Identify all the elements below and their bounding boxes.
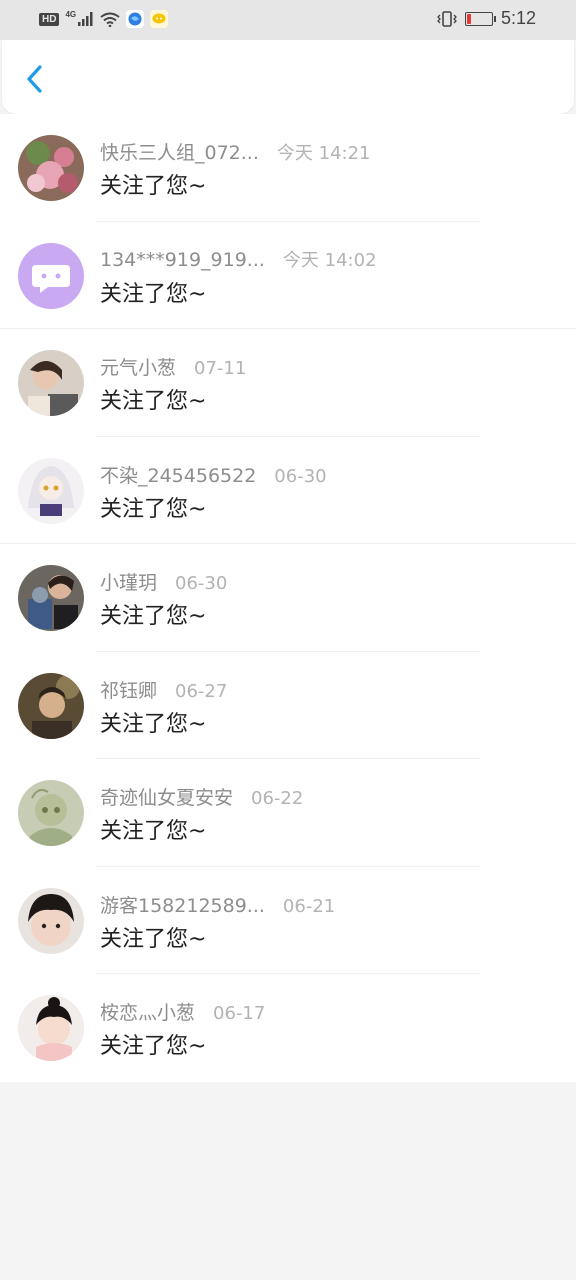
avatar[interactable] <box>18 242 84 309</box>
chat-app-icon <box>150 10 169 28</box>
wifi-icon <box>100 12 120 27</box>
notification-text: 关注了您~ <box>100 926 207 952</box>
notification-text: 关注了您~ <box>100 496 207 522</box>
avatar[interactable] <box>18 565 84 631</box>
timestamp: 今天 14:02 <box>282 249 377 271</box>
avatar[interactable] <box>18 780 84 846</box>
notification-text: 关注了您~ <box>100 819 207 844</box>
username[interactable]: 不染_245456522 <box>100 461 256 488</box>
avatar[interactable] <box>18 457 84 524</box>
status-icons-right: 5:12 <box>437 8 536 29</box>
notification-list: 快乐三人组_072... 今天 14:21 关注了您~ 134***919_91… <box>0 114 576 1082</box>
browser-app-icon <box>126 10 145 28</box>
hd-badge: HD <box>39 12 60 26</box>
list-item[interactable]: 134***919_919... 今天 14:02 关注了您~ <box>0 222 576 329</box>
notification-text: 关注了您~ <box>100 711 207 737</box>
username[interactable]: 134***919_919... <box>100 249 265 271</box>
network-type: 4G <box>65 9 77 19</box>
notification-text: 关注了您~ <box>100 389 207 414</box>
list-item[interactable]: 不染_245456522 06-30 关注了您~ <box>0 437 576 544</box>
timestamp: 07-11 <box>194 358 247 379</box>
avatar[interactable] <box>18 887 84 954</box>
list-item[interactable]: 小瑾玥 06-30 关注了您~ <box>0 544 576 652</box>
status-bar: HD 4G 5:12 <box>0 0 576 40</box>
notification-text: 关注了您~ <box>100 604 207 629</box>
avatar[interactable] <box>18 135 84 201</box>
username[interactable]: 快乐三人组_072... <box>100 138 259 165</box>
status-icons-left: HD 4G <box>39 9 169 28</box>
avatar[interactable] <box>18 350 84 416</box>
list-item[interactable]: 祁钰卿 06-27 关注了您~ <box>0 652 576 759</box>
list-item[interactable]: 游客158212589... 06-21 关注了您~ <box>0 867 576 974</box>
avatar[interactable] <box>18 995 84 1061</box>
timestamp: 06-17 <box>213 1003 266 1024</box>
list-item[interactable]: 奇迹仙女夏安安 06-22 关注了您~ <box>0 759 576 867</box>
username[interactable]: 游客158212589... <box>100 891 265 918</box>
timestamp: 06-27 <box>175 680 228 702</box>
notification-text: 关注了您~ <box>100 281 207 307</box>
list-item[interactable]: 快乐三人组_072... 今天 14:21 关注了您~ <box>0 114 576 222</box>
timestamp: 06-30 <box>274 465 327 487</box>
avatar[interactable] <box>18 672 84 739</box>
list-item[interactable]: 桉恋灬小葱 06-17 关注了您~ <box>0 974 576 1082</box>
timestamp: 06-30 <box>175 573 228 594</box>
battery-icon <box>464 11 496 26</box>
vibrate-icon <box>437 10 457 27</box>
username[interactable]: 奇迹仙女夏安安 <box>100 783 233 810</box>
username[interactable]: 元气小葱 <box>100 353 176 380</box>
signal-icon <box>78 12 93 26</box>
username[interactable]: 小瑾玥 <box>100 568 157 595</box>
back-button[interactable] <box>20 62 50 96</box>
notification-text: 关注了您~ <box>100 174 207 199</box>
notification-text: 关注了您~ <box>100 1034 207 1059</box>
timestamp: 06-21 <box>282 895 336 917</box>
username[interactable]: 桉恋灬小葱 <box>100 998 195 1025</box>
list-item[interactable]: 元气小葱 07-11 关注了您~ <box>0 329 576 437</box>
top-nav-bar <box>2 40 574 114</box>
clock: 5:12 <box>500 8 536 28</box>
timestamp: 今天 14:21 <box>276 143 371 164</box>
timestamp: 06-22 <box>251 788 304 809</box>
username[interactable]: 祁钰卿 <box>100 676 157 703</box>
chevron-left-icon <box>27 65 42 93</box>
